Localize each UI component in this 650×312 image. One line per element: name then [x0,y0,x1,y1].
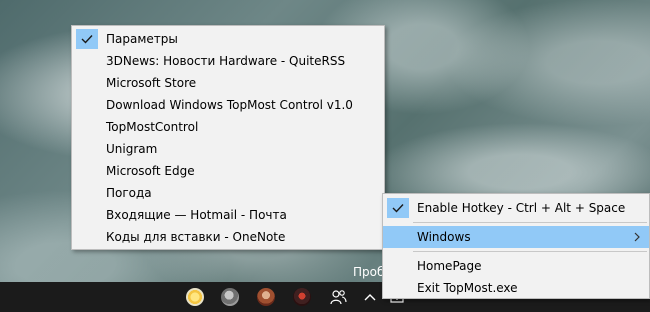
window-item-label: Погода [106,186,152,200]
menu-separator [413,251,647,252]
window-item-label: Microsoft Store [106,76,197,90]
enable-hotkey-label: Enable Hotkey - Ctrl + Alt + Space [417,201,626,215]
avatar-icon[interactable] [293,288,311,306]
window-item-parameters[interactable]: Параметры [72,28,384,50]
window-item-label: TopMostControl [106,120,199,134]
menu-separator [413,222,647,223]
tray-context-menu: Enable Hotkey - Ctrl + Alt + Space Windo… [382,193,650,299]
avatar-icon[interactable] [257,288,275,306]
windows-label: Windows [417,230,471,244]
checkmark-icon [76,29,98,49]
window-item-microsoft-store[interactable]: Microsoft Store [72,72,384,94]
window-item-unigram[interactable]: Unigram [72,138,384,160]
window-item-label: Unigram [106,142,158,156]
homepage-item[interactable]: HomePage [383,255,649,277]
chevron-up-icon[interactable] [361,288,379,306]
enable-hotkey-item[interactable]: Enable Hotkey - Ctrl + Alt + Space [383,197,649,219]
window-item-label: Microsoft Edge [106,164,195,178]
window-item-topmostcontrol[interactable]: TopMostControl [72,116,384,138]
chevron-right-icon [634,232,640,242]
window-item-download-topmost[interactable]: Download Windows TopMost Control v1.0 [72,94,384,116]
exit-item[interactable]: Exit TopMost.exe [383,277,649,299]
hidden-window-peek-text: Проб [353,265,383,279]
weather-sun-icon[interactable] [186,288,204,306]
window-item-label: 3DNews: Новости Hardware - QuiteRSS [106,54,346,68]
window-item-microsoft-edge[interactable]: Microsoft Edge [72,160,384,182]
window-item-label: Download Windows TopMost Control v1.0 [106,98,353,112]
window-item-label: Входящие — Hotmail - Почта [106,208,287,222]
windows-list-menu: Параметры 3DNews: Новости Hardware - Qui… [71,25,385,250]
window-item-onenote[interactable]: Коды для вставки - OneNote [72,226,384,248]
window-item-weather[interactable]: Погода [72,182,384,204]
windows-submenu-item[interactable]: Windows [383,226,649,248]
window-item-quiterss[interactable]: 3DNews: Новости Hardware - QuiteRSS [72,50,384,72]
people-icon[interactable] [329,288,347,306]
homepage-label: HomePage [417,259,482,273]
avatar-icon[interactable] [221,288,239,306]
checkmark-icon [387,198,409,218]
window-item-label: Коды для вставки - OneNote [106,230,286,244]
window-item-label: Параметры [106,32,178,46]
window-item-hotmail[interactable]: Входящие — Hotmail - Почта [72,204,384,226]
exit-label: Exit TopMost.exe [417,281,518,295]
